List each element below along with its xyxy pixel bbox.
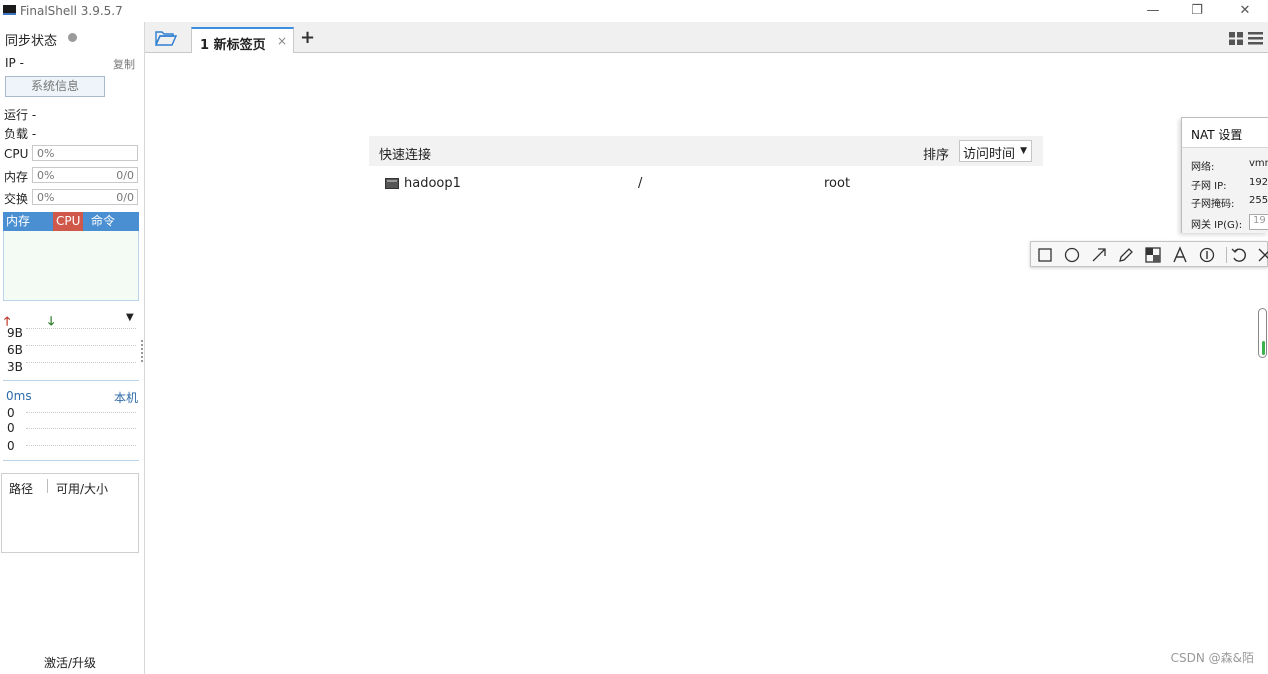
connection-user: root <box>824 176 851 191</box>
scrollbar-thumb[interactable] <box>1258 308 1267 358</box>
minimize-button[interactable]: — <box>1130 0 1176 22</box>
menu-list-icon[interactable] <box>1248 32 1263 45</box>
quick-connect-title: 快速连接 <box>379 148 432 163</box>
connection-row[interactable]: hadoop1 / root <box>369 170 1043 196</box>
nat-subnet-mask-label: 子网掩码: <box>1191 199 1235 210</box>
window-titlebar: FinalShell 3.9.5.7 — ❐ ✕ <box>0 0 1268 22</box>
swap-ratio: 0/0 <box>116 191 134 204</box>
panel-divider <box>3 460 139 461</box>
nat-dialog-title: NAT 设置 <box>1191 128 1243 142</box>
exit-icon[interactable] <box>1256 246 1268 264</box>
net-grid-line <box>26 362 136 363</box>
tab-cpu-sort[interactable]: CPU <box>53 212 84 231</box>
cpu-label: CPU <box>4 147 29 161</box>
network-menu-dropdown-icon[interactable]: ▼ <box>126 312 134 323</box>
sort-select[interactable]: 访问时间 ▼ <box>959 140 1032 162</box>
ping-value: 0 <box>7 406 15 420</box>
net-scale-label: 6B <box>7 343 23 357</box>
net-grid-line <box>26 345 136 346</box>
session-tabbar: 1 新标签页 × + <box>145 22 1268 54</box>
ellipse-icon[interactable] <box>1063 246 1081 264</box>
nat-subnet-ip-value: 192. <box>1249 177 1268 188</box>
sort-label: 排序 <box>923 148 950 163</box>
download-arrow-icon: 🡓 <box>48 314 55 328</box>
ping-value: 0 <box>7 439 15 453</box>
rectangle-icon[interactable] <box>1036 246 1054 264</box>
nat-subnet-ip-label: 子网 IP: <box>1191 181 1227 192</box>
grid-view-icon[interactable] <box>1229 32 1243 45</box>
tab-memory-sort[interactable]: 内存 <box>3 212 33 231</box>
connection-path: / <box>638 176 643 191</box>
add-tab-button[interactable]: + <box>300 27 315 48</box>
net-grid-line <box>26 328 136 329</box>
number-icon[interactable] <box>1198 246 1216 264</box>
mosaic-icon[interactable] <box>1144 246 1162 264</box>
ping-grid-line <box>26 428 136 429</box>
nat-dialog-body: 网络: vmn 子网 IP: 192. 子网掩码: 255. 网关 IP(G):… <box>1182 148 1268 233</box>
net-scale-label: 3B <box>7 360 23 374</box>
memory-ratio: 0/0 <box>116 169 134 182</box>
cpu-percent: 0% <box>37 147 55 160</box>
text-icon[interactable] <box>1171 246 1189 264</box>
tab-new-tab[interactable]: 1 新标签页 × <box>191 27 294 54</box>
nat-dialog-header: NAT 设置 <box>1182 118 1268 148</box>
run-status: 运行 - <box>4 108 37 122</box>
window-title: FinalShell 3.9.5.7 <box>20 4 123 18</box>
sync-status-dot <box>68 33 77 42</box>
watermark: CSDN @森&陌 <box>1170 651 1254 665</box>
disk-table: 路径 可用/大小 <box>1 473 139 553</box>
disk-size-header[interactable]: 可用/大小 <box>56 480 108 497</box>
pen-icon[interactable] <box>1117 246 1135 264</box>
nat-settings-dialog: NAT 设置 网络: vmn 子网 IP: 192. 子网掩码: 255. 网关… <box>1181 117 1268 233</box>
tab-label: 1 新标签页 <box>200 38 266 53</box>
latency-value: 0ms <box>6 389 32 403</box>
nat-network-value: vmn <box>1249 158 1268 169</box>
column-separator <box>47 479 48 493</box>
load-status: 负载 - <box>4 127 37 141</box>
memory-meter: 0% 0/0 <box>32 167 138 183</box>
panel-divider <box>3 380 139 381</box>
nat-network-label: 网络: <box>1191 162 1215 173</box>
terminal-icon <box>385 178 399 189</box>
memory-percent: 0% <box>37 169 55 182</box>
ping-value: 0 <box>7 421 15 435</box>
chevron-down-icon: ▼ <box>1020 146 1027 156</box>
connection-name: hadoop1 <box>404 176 461 191</box>
nat-subnet-mask-value: 255. <box>1249 195 1268 206</box>
annotation-toolbar <box>1030 241 1268 267</box>
process-list <box>3 231 139 301</box>
system-info-button[interactable]: 系统信息 <box>5 76 105 97</box>
main-content: 快速连接 排序 访问时间 ▼ hadoop1 / root <box>145 53 1268 674</box>
disk-path-header[interactable]: 路径 <box>9 480 33 497</box>
ping-grid-line <box>26 412 136 413</box>
cpu-meter: 0% <box>32 145 138 161</box>
toolbar-separator <box>1226 247 1227 263</box>
activate-upgrade-link[interactable]: 激活/升级 <box>44 654 96 671</box>
monitor-sidebar: 同步状态 IP - 复制 系统信息 运行 - 负载 - CPU 0% 内存 0%… <box>0 22 145 674</box>
swap-label: 交换 <box>4 192 29 206</box>
swap-percent: 0% <box>37 191 55 204</box>
net-scale-label: 9B <box>7 326 23 340</box>
nat-gateway-input[interactable]: 19 <box>1249 214 1268 230</box>
app-logo-icon <box>3 5 16 15</box>
copy-ip-button[interactable]: 复制 <box>113 56 135 72</box>
host-selector[interactable]: 本机 <box>114 389 138 406</box>
sidebar-resize-handle[interactable] <box>141 340 143 362</box>
process-tabs: 内存 CPU 命令 <box>3 212 139 231</box>
sort-select-value: 访问时间 <box>963 147 1016 162</box>
sync-status-label: 同步状态 <box>5 34 58 49</box>
swap-meter: 0% 0/0 <box>32 189 138 205</box>
arrow-icon[interactable] <box>1090 246 1108 264</box>
nat-gateway-label: 网关 IP(G): <box>1191 220 1243 231</box>
undo-icon[interactable] <box>1230 246 1248 264</box>
memory-label: 内存 <box>4 170 29 184</box>
ping-grid-line <box>26 445 136 446</box>
restore-button[interactable]: ❐ <box>1174 0 1220 22</box>
close-window-button[interactable]: ✕ <box>1222 0 1268 22</box>
ip-label: IP - <box>5 56 24 70</box>
quick-connect-header: 快速连接 排序 访问时间 ▼ <box>369 136 1043 166</box>
open-folder-icon[interactable] <box>155 30 177 46</box>
tab-close-icon[interactable]: × <box>277 34 287 48</box>
tab-command-sort[interactable]: 命令 <box>88 212 118 231</box>
